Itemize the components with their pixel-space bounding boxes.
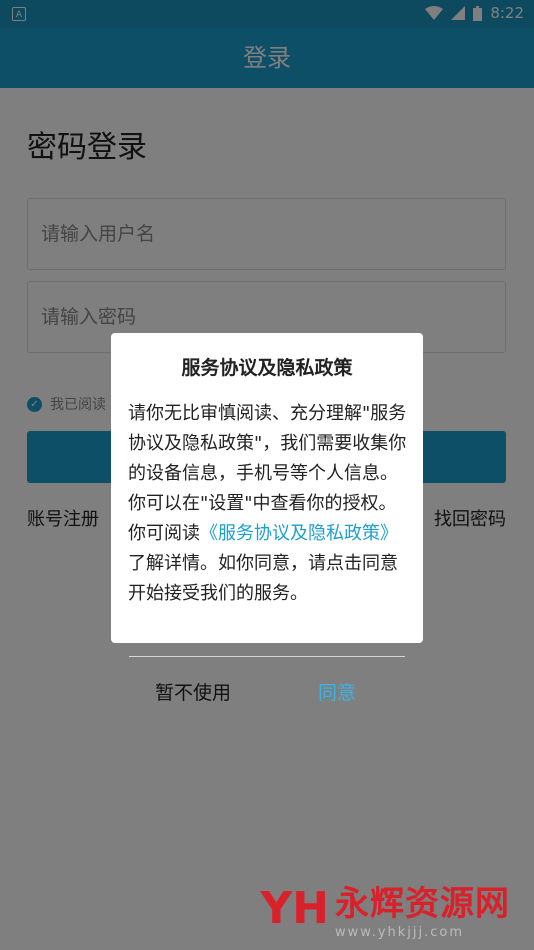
dialog-title: 服务协议及隐私政策	[181, 357, 353, 379]
policy-link[interactable]: 《服务协议及隐私政策》	[200, 523, 398, 544]
watermark-name: 永辉资源网	[335, 884, 510, 924]
decline-button[interactable]: 暂不使用	[155, 678, 231, 705]
privacy-dialog: 服务协议及隐私政策 请你无比审慎阅读、充分理解"服务协议及隐私政策"，我们需要收…	[111, 333, 423, 643]
watermark-logo: YH	[260, 882, 329, 934]
watermark-text: 永辉资源网 www.yhkjjj.com	[335, 876, 510, 940]
dialog-body: 请你无比审慎阅读、充分理解"服务协议及隐私政策"，我们需要收集你的设备信息，手机…	[128, 399, 410, 609]
watermark-url: www.yhkjjj.com	[335, 925, 465, 940]
watermark: YH 永辉资源网 www.yhkjjj.com	[260, 876, 510, 941]
dialog-text-after: 了解详情。如你同意，请点击同意开始接受我们的服务。	[128, 553, 398, 604]
accept-button[interactable]: 同意	[318, 678, 356, 705]
dialog-divider	[129, 656, 405, 657]
